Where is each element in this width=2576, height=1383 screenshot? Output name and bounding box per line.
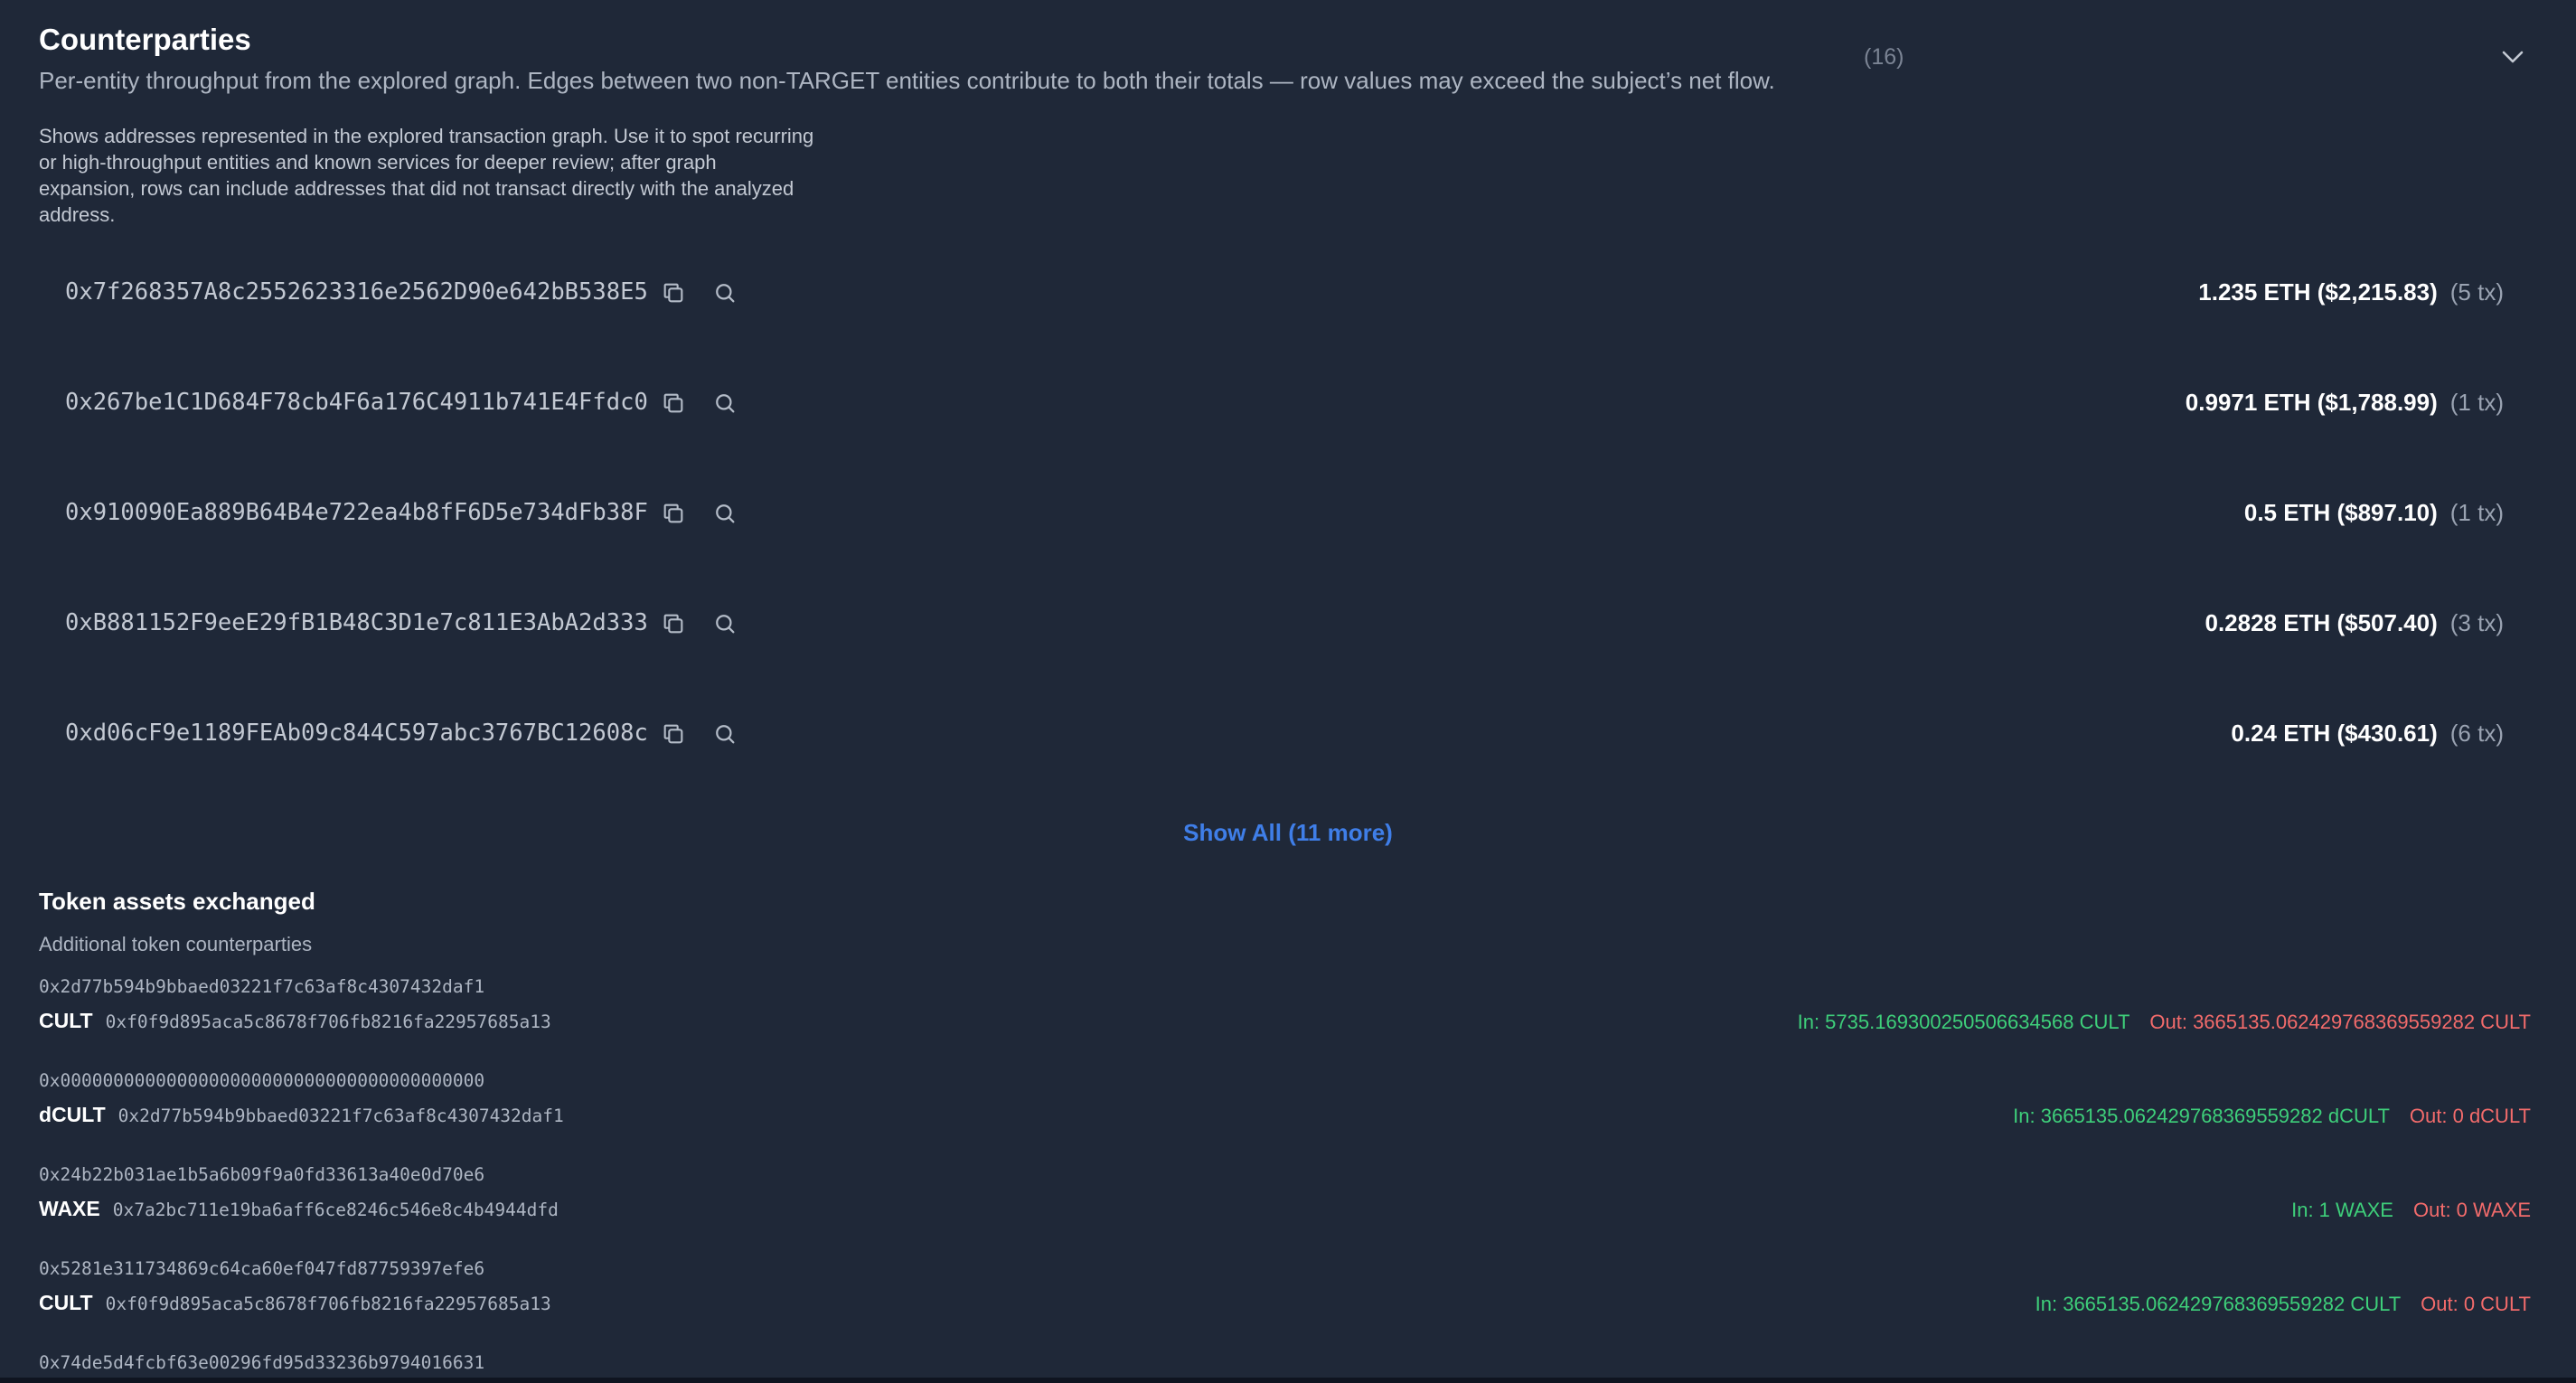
token-row: 0x74de5d4fcbf63e00296fd95d33236b97940166… [0, 1352, 2576, 1378]
copy-icon [663, 283, 683, 303]
token-flow: In: 3665135.062429768369559282 CULT Out: … [2035, 1293, 2531, 1316]
search-icon [716, 284, 735, 303]
token-symbol: CULT [39, 1291, 93, 1314]
search-icon [716, 504, 735, 523]
copy-address-button[interactable] [657, 718, 690, 750]
token-counterparty-address[interactable]: 0x2d77b594b9bbaed03221f7c63af8c4307432da… [39, 976, 484, 997]
counterparty-amount: 0.5 ETH ($897.10) [2243, 499, 2438, 526]
token-row: 0x5281e311734869c64ca60ef047fd87759397ef… [0, 1258, 2576, 1340]
copy-address-button[interactable] [657, 387, 690, 419]
token-row: 0x00000000000000000000000000000000000000… [0, 1070, 2576, 1152]
bottom-divider [0, 1378, 2576, 1383]
counterparties-panel: Counterparties Per-entity throughput fro… [0, 0, 2576, 1378]
token-counterparty-address[interactable]: 0x24b22b031ae1b5a6b09f9a0fd33613a40e0d70… [39, 1164, 484, 1185]
counterparty-row: 0x7f268357A8c2552623316e2562D90e642bB538… [0, 266, 2576, 320]
explore-address-button[interactable] [709, 387, 741, 419]
token-counterparty-address[interactable]: 0x5281e311734869c64ca60ef047fd87759397ef… [39, 1258, 484, 1279]
token-counterparty-address[interactable]: 0x74de5d4fcbf63e00296fd95d33236b97940166… [39, 1352, 484, 1373]
token-flow: In: 3665135.062429768369559282 dCULT Out:… [2013, 1105, 2531, 1128]
token-symbol: CULT [39, 1009, 93, 1032]
show-all-button[interactable]: Show All (11 more) [0, 819, 2576, 847]
counterparty-value: 0.2828 ETH ($507.40) (3 tx) [2205, 609, 2504, 637]
counterparty-address[interactable]: 0x910090Ea889B64B4e722ea4b8fF6D5e734dFb3… [65, 499, 648, 526]
counterparty-row: 0xd06cF9e1189FEAb09c844C597abc3767BC1260… [0, 707, 2576, 761]
counterparty-tx-count: (5 tx) [2449, 278, 2504, 306]
token-in: In: 1 WAXE [2291, 1199, 2393, 1221]
counterparty-address[interactable]: 0x7f268357A8c2552623316e2562D90e642bB538… [65, 278, 648, 306]
search-icon [716, 615, 735, 634]
counterparty-amount: 0.24 ETH ($430.61) [2231, 720, 2438, 747]
token-contract[interactable]: 0xf0f9d895aca5c8678f706fb8216fa22957685a… [106, 1294, 551, 1314]
search-icon [716, 725, 735, 744]
counterparty-row: 0xB881152F9eeE29fB1B48C3D1e7c811E3AbA2d3… [0, 597, 2576, 651]
counterparty-tx-count: (1 tx) [2449, 389, 2504, 416]
token-contract[interactable]: 0x7a2bc711e19ba6aff6ce8246c546e8c4b4944d… [113, 1200, 559, 1220]
token-info: CULT 0xf0f9d895aca5c8678f706fb8216fa2295… [39, 1291, 551, 1315]
token-in: In: 5735.169300250506634568 CULT [1797, 1011, 2130, 1033]
collapse-button[interactable] [2500, 47, 2525, 67]
counterparty-tx-count: (3 tx) [2449, 609, 2504, 636]
token-counterparty-address[interactable]: 0x00000000000000000000000000000000000000… [39, 1070, 484, 1091]
counterparty-value: 0.9971 ETH ($1,788.99) (1 tx) [2186, 389, 2504, 417]
token-contract[interactable]: 0x2d77b594b9bbaed03221f7c63af8c4307432da… [118, 1105, 564, 1126]
counterparty-address[interactable]: 0xB881152F9eeE29fB1B48C3D1e7c811E3AbA2d3… [65, 609, 648, 636]
copy-icon [663, 393, 683, 413]
token-info: dCULT 0x2d77b594b9bbaed03221f7c63af8c430… [39, 1103, 564, 1127]
chevron-down-icon [2502, 51, 2524, 63]
counterparty-address[interactable]: 0xd06cF9e1189FEAb09c844C597abc3767BC1260… [65, 720, 648, 747]
panel-subtitle: Per-entity throughput from the explored … [39, 67, 1775, 94]
counterparty-amount: 1.235 ETH ($2,215.83) [2198, 278, 2438, 306]
counterparty-value: 0.24 ETH ($430.61) (6 tx) [2231, 720, 2504, 748]
counterparty-amount: 0.9971 ETH ($1,788.99) [2185, 389, 2438, 416]
token-info: CULT 0xf0f9d895aca5c8678f706fb8216fa2295… [39, 1009, 551, 1033]
panel-description: Shows addresses represented in the explo… [39, 125, 814, 226]
token-in: In: 3665135.062429768369559282 CULT [2035, 1293, 2402, 1315]
panel-title: Counterparties [39, 23, 251, 56]
explore-address-button[interactable] [709, 277, 741, 309]
token-flow: In: 5735.169300250506634568 CULT Out: 366… [1798, 1011, 2531, 1034]
token-out: Out: 3665135.062429768369559282 CULT [2149, 1011, 2531, 1033]
explore-address-button[interactable] [709, 497, 741, 530]
token-out: Out: 0 WAXE [2412, 1199, 2531, 1221]
counterparty-row: 0x910090Ea889B64B4e722ea4b8fF6D5e734dFb3… [0, 486, 2576, 541]
counterparty-address[interactable]: 0x267be1C1D684F78cb4F6a176C4911b741E4Ffd… [65, 389, 648, 416]
counterparty-value: 0.5 ETH ($897.10) (1 tx) [2244, 499, 2504, 527]
counterparty-tx-count: (6 tx) [2449, 720, 2504, 747]
counterparty-tx-count: (1 tx) [2449, 499, 2504, 526]
token-section-subtitle: Additional token counterparties [39, 933, 313, 955]
token-row: 0x24b22b031ae1b5a6b09f9a0fd33613a40e0d70… [0, 1164, 2576, 1246]
copy-address-button[interactable] [657, 277, 690, 309]
search-icon [716, 394, 735, 413]
token-flow: In: 1 WAXE Out: 0 WAXE [2291, 1199, 2531, 1222]
token-symbol: dCULT [39, 1103, 106, 1126]
counterparty-row: 0x267be1C1D684F78cb4F6a176C4911b741E4Ffd… [0, 376, 2576, 430]
token-out: Out: 0 CULT [2421, 1293, 2531, 1315]
counterparty-amount: 0.2828 ETH ($507.40) [2205, 609, 2438, 636]
counterparty-value: 1.235 ETH ($2,215.83) (5 tx) [2198, 278, 2504, 306]
explore-address-button[interactable] [709, 607, 741, 640]
copy-icon [663, 724, 683, 744]
token-contract[interactable]: 0xf0f9d895aca5c8678f706fb8216fa22957685a… [106, 1011, 551, 1032]
token-section-title: Token assets exchanged [39, 888, 315, 915]
copy-icon [663, 503, 683, 523]
copy-address-button[interactable] [657, 497, 690, 530]
explore-address-button[interactable] [709, 718, 741, 750]
token-in: In: 3665135.062429768369559282 dCULT [2013, 1105, 2390, 1127]
counterparty-count: (16) [1864, 44, 1904, 70]
token-row: 0x2d77b594b9bbaed03221f7c63af8c4307432da… [0, 976, 2576, 1058]
token-info: WAXE 0x7a2bc711e19ba6aff6ce8246c546e8c4b… [39, 1197, 559, 1221]
copy-address-button[interactable] [657, 607, 690, 640]
token-symbol: WAXE [39, 1197, 100, 1220]
token-out: Out: 0 dCULT [2409, 1105, 2531, 1127]
copy-icon [663, 614, 683, 634]
